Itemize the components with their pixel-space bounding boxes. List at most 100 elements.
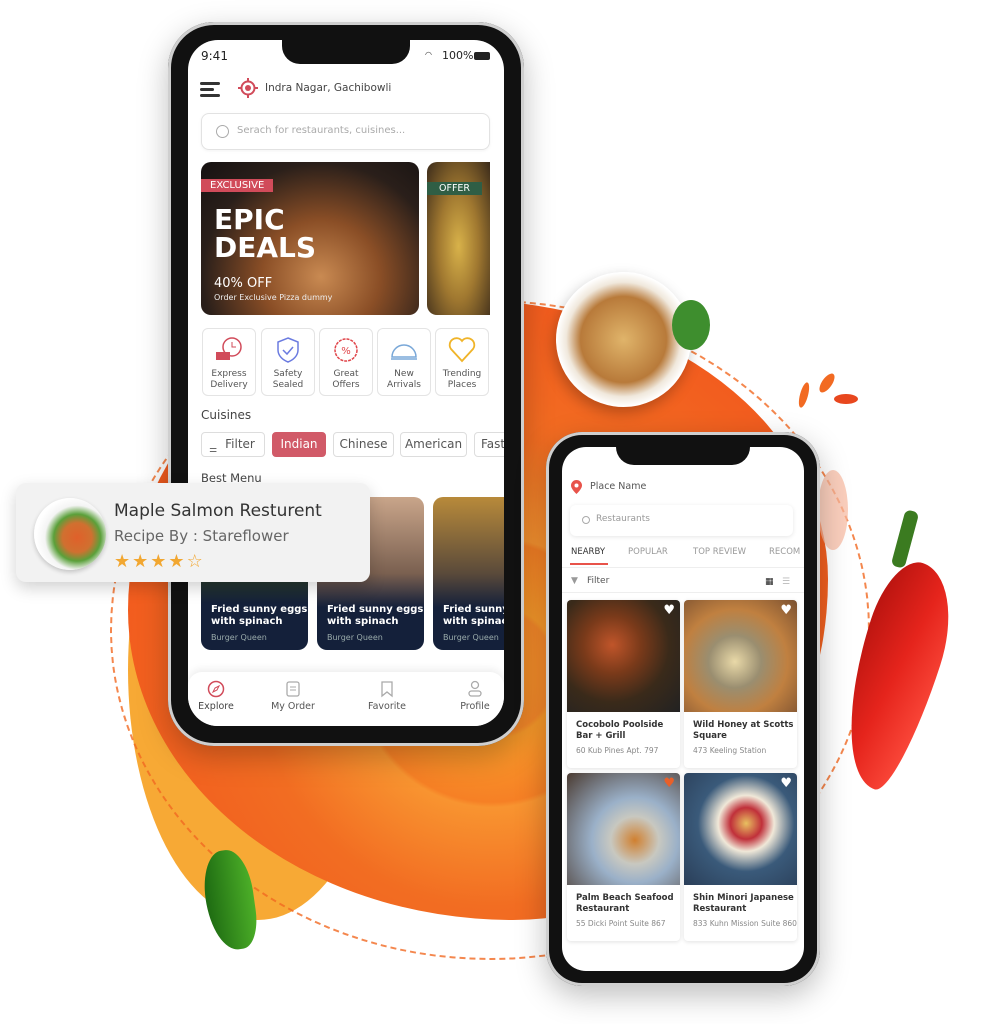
star-empty-icon: ☆: [186, 551, 205, 572]
cuisines-title: Cuisines: [201, 408, 252, 422]
nav-explore[interactable]: Explore: [194, 680, 238, 712]
compass-icon: [207, 680, 225, 698]
nav-label: Favorite: [368, 701, 406, 712]
nav-label: My Order: [271, 701, 315, 712]
restaurant-card[interactable]: ♥ Palm Beach Seafood Restaurant 55 Dicki…: [567, 773, 680, 941]
menu-card-title: with spinach: [443, 616, 504, 627]
banner-subtitle: Order Exclusive Pizza dummy: [214, 293, 333, 302]
banner-title-line1: EPIC: [214, 203, 285, 236]
chip-chinese[interactable]: Chinese: [333, 432, 394, 457]
grid-view-icon[interactable]: ▦: [765, 577, 774, 587]
menu-card-title: Fried sunny: [443, 604, 504, 615]
map-pin-icon: [571, 480, 582, 494]
feature-express-delivery[interactable]: Express Delivery: [202, 328, 256, 396]
restaurant-search-input[interactable]: Restaurants: [570, 505, 793, 536]
search-icon: [216, 125, 229, 138]
tab-recommended[interactable]: RECOM: [769, 547, 800, 557]
featured-recipe-card[interactable]: Maple Salmon Resturent Recipe By : Stare…: [16, 483, 370, 582]
status-battery: 100%: [442, 49, 474, 62]
menu-card-subtitle: Burger Queen: [443, 633, 499, 642]
restaurant-address: 60 Kub Pines Apt. 797: [576, 746, 659, 755]
battery-icon: [474, 52, 490, 60]
search-placeholder: Serach for restaurants, cuisines...: [237, 125, 406, 136]
active-tab-indicator: [570, 563, 608, 565]
search-icon: [582, 516, 590, 524]
chip-american[interactable]: American: [400, 432, 467, 457]
menu-card[interactable]: Fried sunny with spinach Burger Queen: [433, 497, 504, 650]
menu-card-subtitle: Burger Queen: [211, 633, 267, 642]
filter-button[interactable]: Filter: [587, 576, 609, 586]
restaurant-name: Shin Minori Japanese Restaurant: [693, 893, 794, 914]
banner-badge: EXCLUSIVE: [201, 179, 274, 192]
place-name[interactable]: Place Name: [590, 481, 646, 492]
hamburger-menu-icon[interactable]: [200, 82, 220, 98]
search-input[interactable]: Serach for restaurants, cuisines...: [201, 113, 490, 150]
feature-label: Delivery: [210, 380, 248, 390]
favorite-heart-icon[interactable]: ♥: [663, 603, 675, 618]
restaurant-address: 833 Kuhn Mission Suite 860: [693, 919, 797, 928]
star-filled-icon: ★: [132, 551, 151, 572]
main-phone-screen: 9:41 ◠ 100% Indra Nagar, Gachibowli Sera…: [188, 40, 504, 726]
feature-label: Trending: [442, 369, 482, 379]
banner-offer-badge: OFFER: [427, 182, 483, 195]
status-time: 9:41: [201, 49, 228, 63]
restaurant-name: Palm Beach Seafood Restaurant: [576, 893, 674, 914]
user-icon: [468, 680, 482, 697]
notch: [282, 40, 410, 64]
favorite-heart-icon[interactable]: ♥: [780, 776, 792, 791]
nav-favorite[interactable]: Favorite: [362, 680, 412, 712]
bookmark-icon: [381, 681, 393, 698]
divider: [562, 592, 804, 593]
recipe-title: Maple Salmon Resturent: [114, 501, 322, 521]
list-view-icon[interactable]: ☰: [782, 577, 790, 587]
feature-label: Arrivals: [387, 380, 421, 390]
restaurant-name: Cocobolo Poolside Bar + Grill: [576, 720, 664, 741]
location-label[interactable]: Indra Nagar, Gachibowli: [265, 82, 391, 94]
banner-epic-deals[interactable]: EXCLUSIVE EPIC DEALS 40% OFF Order Exclu…: [201, 162, 419, 315]
favorite-heart-icon[interactable]: ♥: [663, 776, 675, 791]
feature-label: Offers: [332, 380, 360, 390]
second-phone: Place Name Restaurants NEARBY POPULAR TO…: [546, 432, 820, 986]
restaurant-card[interactable]: ♥ Wild Honey at Scotts Square 473 Keelin…: [684, 600, 797, 768]
chip-fast[interactable]: Fast: [474, 432, 504, 457]
filter-chip[interactable]: ⚌ Filter: [201, 432, 265, 457]
feature-great-offers[interactable]: % Great Offers: [319, 328, 373, 396]
feature-trending-places[interactable]: Trending Places: [435, 328, 489, 396]
sliders-icon: ⚌: [209, 445, 218, 455]
menu-card-title: with spinach: [327, 616, 399, 627]
feature-new-arrivals[interactable]: New Arrivals: [377, 328, 431, 396]
tab-top-review[interactable]: TOP REVIEW: [693, 547, 746, 557]
location-target-icon: [238, 78, 258, 98]
feature-label: Safety: [273, 369, 303, 379]
chip-indian[interactable]: Indian: [272, 432, 326, 457]
restaurant-card[interactable]: ♥ Shin Minori Japanese Restaurant 833 Ku…: [684, 773, 797, 941]
banner-offer[interactable]: OFFER: [427, 162, 490, 315]
percent-badge-icon: %: [334, 338, 358, 362]
banner-title-line2: DEALS: [214, 231, 317, 264]
star-rating: ★★★★☆: [114, 551, 205, 572]
search-placeholder: Restaurants: [596, 514, 650, 524]
feature-safety-sealed[interactable]: Safety Sealed: [261, 328, 315, 396]
divider: [562, 567, 804, 568]
tab-nearby[interactable]: NEARBY: [571, 547, 605, 557]
feature-label: Express: [211, 369, 247, 379]
notch: [616, 447, 750, 465]
bottom-nav: Explore My Order Favorite Profile: [188, 672, 504, 726]
nav-label: Explore: [198, 701, 234, 712]
restaurant-card[interactable]: ♥ Cocobolo Poolside Bar + Grill 60 Kub P…: [567, 600, 680, 768]
banner-discount: 40% OFF: [214, 276, 273, 291]
wifi-icon: ◠: [425, 50, 432, 59]
star-filled-icon: ★: [150, 551, 169, 572]
tab-popular[interactable]: POPULAR: [628, 547, 668, 557]
parsley-icon: [672, 300, 710, 350]
splash-icon: [796, 371, 860, 412]
dish-image: [34, 498, 106, 570]
nav-profile[interactable]: Profile: [453, 680, 497, 712]
menu-card-title: Fried sunny eggs: [211, 604, 308, 615]
feature-label: Sealed: [272, 380, 304, 390]
delivery-truck-clock-icon: [216, 337, 242, 360]
nav-my-order[interactable]: My Order: [266, 680, 320, 712]
filter-icon: ▼: [571, 576, 578, 586]
favorite-heart-icon[interactable]: ♥: [780, 603, 792, 618]
main-phone: 9:41 ◠ 100% Indra Nagar, Gachibowli Sera…: [168, 22, 524, 746]
